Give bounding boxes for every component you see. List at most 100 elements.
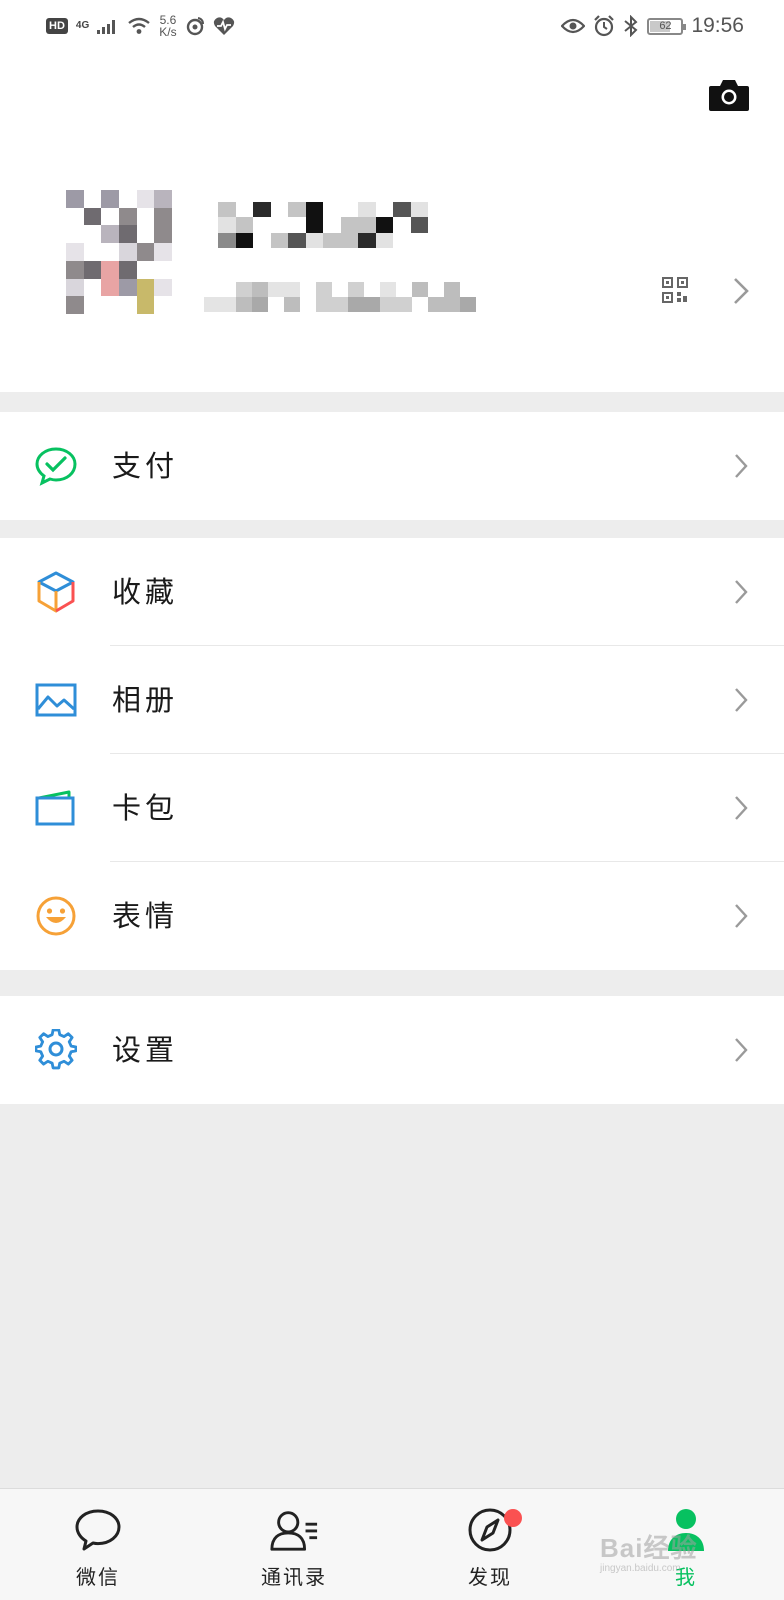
mosaic-cell	[412, 282, 428, 297]
mosaic-cell	[410, 217, 428, 233]
mosaic-cell	[364, 282, 380, 297]
mosaic-cell	[476, 297, 492, 312]
tab-chats[interactable]: 微信	[0, 1489, 196, 1600]
mosaic-cell	[396, 282, 412, 297]
mosaic-cell	[83, 207, 102, 226]
mosaic-cell	[341, 202, 359, 217]
speed-unit: K/s	[159, 25, 177, 39]
mosaic-cell	[118, 278, 137, 297]
mosaic-cell	[396, 297, 412, 312]
mosaic-cell	[268, 282, 284, 297]
mosaic-cell	[428, 282, 444, 297]
wechat-id-redacted	[204, 282, 492, 312]
chevron-right-icon	[735, 796, 748, 820]
mosaic-cell	[364, 297, 380, 312]
mosaic-cell	[476, 282, 492, 297]
menu-item-favorites[interactable]: 收藏	[0, 538, 784, 646]
smiley-icon	[34, 894, 78, 938]
mosaic-cell	[375, 217, 393, 233]
notification-dot	[504, 1509, 522, 1527]
mosaic-cell	[332, 282, 348, 297]
mosaic-cell	[136, 190, 155, 208]
mosaic-cell	[300, 297, 316, 312]
mosaic-cell	[393, 233, 411, 248]
wifi-icon	[128, 17, 150, 34]
mosaic-cell	[101, 208, 119, 226]
signal-icon	[97, 20, 116, 34]
chevron-right-icon	[735, 580, 748, 604]
network-speed: 5.6 K/s	[159, 14, 176, 38]
menu-group-pay: 支付	[0, 412, 784, 520]
mosaic-cell	[393, 202, 411, 218]
hd-badge: HD	[46, 18, 68, 34]
menu-item-album[interactable]: 相册	[0, 646, 784, 754]
watermark-brand: Bai经验	[600, 1533, 698, 1563]
mosaic-cell	[268, 297, 284, 312]
mosaic-cell	[288, 217, 306, 232]
mosaic-cell	[118, 225, 137, 244]
mosaic-cell	[323, 217, 341, 232]
mosaic-cell	[84, 243, 102, 261]
menu-group-main: 收藏 相册 卡包 表情	[0, 538, 784, 970]
qr-code-icon[interactable]	[662, 277, 688, 303]
mosaic-cell	[220, 297, 236, 312]
mosaic-cell	[252, 297, 268, 312]
mosaic-cell	[154, 296, 172, 314]
menu-item-settings[interactable]: 设置	[0, 996, 784, 1104]
menu-label-album: 相册	[112, 683, 179, 717]
chevron-right-icon	[735, 688, 748, 712]
wechat-pay-icon	[34, 444, 78, 488]
mosaic-cell	[154, 207, 172, 226]
mosaic-cell	[101, 190, 119, 208]
mosaic-cell	[235, 232, 253, 248]
tab-discover[interactable]: 发现	[392, 1489, 588, 1600]
mosaic-cell	[358, 217, 376, 233]
mosaic-cell	[288, 202, 306, 218]
mosaic-cell	[411, 233, 429, 248]
bluetooth-icon	[624, 15, 638, 37]
mosaic-cell	[118, 207, 137, 226]
weibo-icon	[186, 17, 204, 36]
tab-contacts[interactable]: 通讯录	[196, 1489, 392, 1600]
mosaic-cell	[83, 260, 102, 279]
mosaic-cell	[316, 282, 332, 297]
profile-header[interactable]	[0, 52, 784, 392]
mosaic-cell	[101, 278, 119, 297]
mosaic-cell	[412, 297, 428, 312]
tab-label-contacts: 通讯录	[261, 1565, 327, 1589]
status-bar: HD 4G 5.6 K/s 62 19:56	[0, 0, 784, 52]
mosaic-cell	[253, 202, 271, 218]
mosaic-cell	[305, 232, 323, 248]
mosaic-cell	[270, 232, 288, 248]
chevron-right-icon	[735, 904, 748, 928]
mosaic-cell	[220, 282, 236, 297]
menu-item-cards[interactable]: 卡包	[0, 754, 784, 862]
mosaic-cell	[136, 243, 155, 261]
mosaic-cell	[119, 190, 137, 208]
mosaic-cell	[284, 282, 300, 297]
avatar[interactable]	[66, 190, 172, 314]
mosaic-cell	[235, 217, 253, 233]
mosaic-cell	[66, 296, 84, 314]
mosaic-cell	[428, 297, 444, 312]
mosaic-cell	[154, 243, 172, 261]
mosaic-cell	[316, 297, 332, 312]
mosaic-cell	[84, 190, 102, 208]
mosaic-cell	[136, 278, 155, 297]
alarm-icon	[594, 15, 615, 37]
menu-label-stickers: 表情	[112, 899, 179, 933]
camera-icon[interactable]	[708, 78, 750, 112]
menu-item-stickers[interactable]: 表情	[0, 862, 784, 970]
mosaic-cell	[271, 217, 289, 232]
mosaic-cell	[305, 217, 323, 233]
mosaic-cell	[118, 243, 137, 261]
mosaic-cell	[348, 297, 364, 312]
mosaic-cell	[66, 225, 84, 243]
chat-bubble-icon	[73, 1507, 123, 1553]
mosaic-cell	[253, 233, 271, 248]
mosaic-cell	[460, 297, 476, 312]
menu-item-pay[interactable]: 支付	[0, 412, 784, 520]
mosaic-cell	[84, 279, 102, 297]
chevron-right-icon[interactable]	[732, 276, 750, 306]
mosaic-cell	[393, 217, 411, 232]
